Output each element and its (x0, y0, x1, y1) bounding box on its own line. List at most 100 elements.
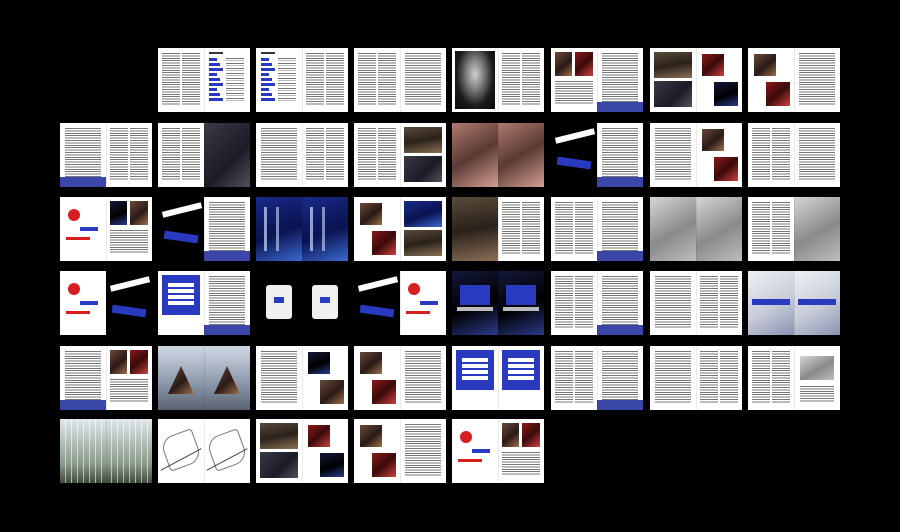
right-page (696, 271, 742, 335)
photo (555, 52, 572, 76)
page-spread-thumbnail[interactable]: text-pagetext-page (551, 197, 643, 261)
photo (130, 350, 148, 374)
page-spread-thumbnail[interactable]: text-pagetext-page (650, 271, 742, 335)
page-spread-thumbnail[interactable]: text-pagephoto-collage (650, 123, 742, 187)
contents-entry (278, 93, 296, 96)
page-spread-thumbnail[interactable]: posterposter (452, 346, 544, 410)
left-page (158, 197, 204, 261)
contents-entry (226, 68, 244, 71)
page-spread-thumbnail[interactable]: text-pagephoto-collage (158, 123, 250, 187)
page-spread-thumbnail[interactable]: photo-collagetext-page (354, 346, 446, 410)
graphic-bar (80, 227, 98, 231)
page-spread-thumbnail[interactable]: text-pagetext-page (354, 48, 446, 112)
right-page (400, 419, 446, 483)
page-spread-thumbnail[interactable]: text-pagephoto-collage (256, 346, 348, 410)
page-spread-thumbnail[interactable]: photo-collagephoto-collage (354, 197, 446, 261)
contents-entry (209, 78, 220, 81)
graphic-bar (80, 301, 98, 305)
page-spread-thumbnail[interactable]: graphic-shapesphoto-collage (60, 197, 152, 261)
right-page (597, 48, 643, 112)
spine-gutter (497, 419, 499, 483)
graphic-bar (420, 301, 438, 305)
page-spread-thumbnail[interactable]: structure-photostructure-photo (158, 346, 250, 410)
page-spread-thumbnail[interactable]: text-pagetext-page (748, 123, 840, 187)
right-page (498, 48, 544, 112)
left-page (60, 419, 106, 483)
left-page (354, 346, 400, 410)
render-element (798, 299, 836, 305)
left-page (60, 123, 106, 187)
spine-gutter (695, 271, 697, 335)
right-page (204, 123, 250, 187)
contents-entry (226, 58, 244, 61)
page-spread-thumbnail[interactable]: arches-photoarches-photo (60, 419, 152, 483)
page-spread-thumbnail[interactable]: text-pagetext-page (60, 123, 152, 187)
caption-text (110, 379, 148, 403)
right-page (302, 419, 348, 483)
spine-gutter (399, 123, 401, 187)
text-column (182, 53, 200, 105)
contents-entry (209, 88, 217, 91)
arches-image (60, 419, 106, 483)
page-spread-thumbnail[interactable]: text-pagetext-page (551, 271, 643, 335)
right-page (302, 197, 348, 261)
page-spread-thumbnail[interactable]: drawingdrawing (158, 419, 250, 483)
text-block (261, 128, 297, 180)
page-spread-thumbnail[interactable]: text-pagecontents-page (158, 48, 250, 112)
page-spread-thumbnail[interactable]: grey-rendergrey-render (650, 197, 742, 261)
right-page (794, 48, 840, 112)
page-spread-thumbnail[interactable]: photo-collagephoto-collage (256, 419, 348, 483)
page-spread-thumbnail[interactable]: merchandisemerchandise (256, 271, 348, 335)
right-page (106, 197, 152, 261)
page-spread-thumbnail[interactable]: text-pagediagram (748, 346, 840, 410)
graphic-circle (68, 209, 80, 221)
left-page (551, 346, 597, 410)
graphic-circle (460, 431, 472, 443)
right-page (696, 123, 742, 187)
left-page (354, 419, 400, 483)
render-highlight (310, 207, 313, 251)
page-spread-thumbnail[interactable]: text-pagetext-page (256, 123, 348, 187)
text-column (720, 276, 738, 328)
right-page (498, 346, 544, 410)
page-spread-thumbnail[interactable]: laptop-photolaptop-photo (452, 271, 544, 335)
page-spread-thumbnail[interactable]: photo-collagetext-page (748, 48, 840, 112)
left-page (748, 123, 794, 187)
page-spread-thumbnail[interactable]: text-pagephoto-collage (354, 123, 446, 187)
page-spread-thumbnail[interactable]: graphic-shapestext-page (158, 197, 250, 261)
page-spread-thumbnail[interactable]: photo-collagephoto-collage (650, 48, 742, 112)
text-column (752, 351, 770, 403)
page-spread-thumbnail[interactable]: photo-collagetext-page (452, 197, 544, 261)
page-spread-thumbnail[interactable]: text-pagephoto-collage (60, 346, 152, 410)
page-spread-thumbnail[interactable]: graphic-shapesgraphic-shapes (354, 271, 446, 335)
heading (261, 52, 275, 55)
page-spread-thumbnail[interactable]: contents-pagetext-page (256, 48, 348, 112)
page-spread-thumbnail[interactable]: graphic-shapestext-page (551, 123, 643, 187)
photo (320, 380, 344, 404)
text-column (555, 202, 573, 254)
left-page (354, 197, 400, 261)
page-spread-thumbnail[interactable]: portrait-phototext-page (452, 48, 544, 112)
right-page (106, 123, 152, 187)
photo (372, 231, 396, 255)
page-spread-thumbnail[interactable]: postertext-page (158, 271, 250, 335)
page-spread-thumbnail[interactable]: text-pagegrey-render (748, 197, 840, 261)
graphic-bar (66, 311, 90, 314)
left-page (452, 48, 498, 112)
right-page (400, 123, 446, 187)
photo (654, 52, 692, 78)
page-spread-thumbnail[interactable]: graphic-shapesphoto-collage (452, 419, 544, 483)
page-spread-thumbnail[interactable]: renderrender (748, 271, 840, 335)
text-block (655, 128, 691, 180)
page-spread-thumbnail[interactable]: text-pagetext-page (650, 346, 742, 410)
page-spread-thumbnail[interactable]: photo-collagetext-page (354, 419, 446, 483)
page-spread-thumbnail[interactable]: graphic-shapesgraphic-shapes (60, 271, 152, 335)
contents-entry (261, 63, 272, 66)
page-spread-thumbnail[interactable]: sculpture-photosculpture-photo (452, 123, 544, 187)
photo (766, 82, 790, 106)
page-spread-thumbnail[interactable]: blue-renderblue-render (256, 197, 348, 261)
caption-text (800, 386, 834, 402)
page-spread-thumbnail[interactable]: text-pagetext-page (551, 346, 643, 410)
spine-gutter (497, 346, 499, 410)
page-spread-thumbnail[interactable]: photo-collagetext-page (551, 48, 643, 112)
